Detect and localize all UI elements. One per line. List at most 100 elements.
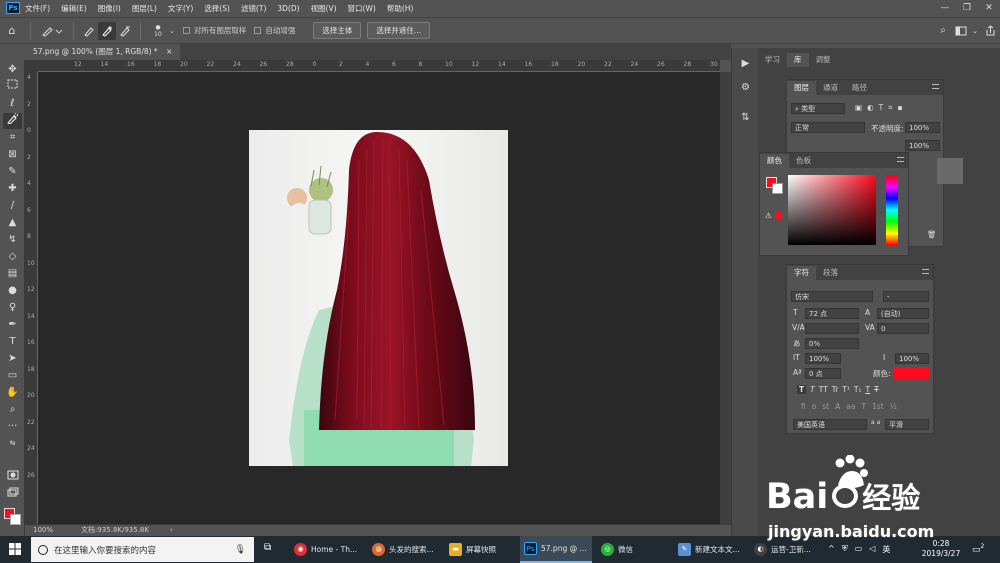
- leading-input[interactable]: (自动): [877, 308, 929, 319]
- blend-mode-select[interactable]: 正常: [791, 122, 865, 133]
- close-tab-icon[interactable]: ×: [166, 47, 172, 56]
- new-selection-brush-icon[interactable]: [80, 22, 98, 40]
- notification-icon[interactable]: ▭2: [972, 543, 984, 555]
- tool-preset-picker[interactable]: [37, 22, 67, 40]
- menu-window[interactable]: 窗口(W): [348, 3, 376, 14]
- menu-help[interactable]: 帮助(H): [387, 3, 414, 14]
- anti-alias-select[interactable]: 平滑: [885, 419, 929, 430]
- tracking-input[interactable]: 0: [877, 323, 929, 334]
- type-tool-icon[interactable]: T: [3, 334, 22, 350]
- small-caps-button[interactable]: Tr: [832, 385, 839, 394]
- home-icon[interactable]: ⌂: [0, 22, 24, 40]
- text-color-swatch[interactable]: [893, 367, 929, 379]
- taskbar-item-notepad[interactable]: ✎ 新建文本文...: [674, 536, 744, 563]
- brush-size-picker[interactable]: ● 10: [147, 22, 169, 40]
- layer-thumbnail-strip[interactable]: [937, 158, 963, 184]
- horizontal-ruler[interactable]: 12 14 16 18 20 22 24 26 28 0 2 4 6 8 10 12 14 16 18 20 22 24 2…: [38, 60, 720, 72]
- taskbar-item-wechat[interactable]: ◎ 微信: [597, 536, 667, 563]
- ime-indicator[interactable]: 英: [882, 544, 890, 555]
- font-family-select[interactable]: 仿宋: [791, 291, 873, 302]
- healing-brush-tool-icon[interactable]: ✚: [3, 181, 22, 197]
- delete-layer-icon[interactable]: 🗑: [927, 230, 937, 239]
- menu-3d[interactable]: 3D(D): [277, 4, 299, 13]
- swash-button[interactable]: A: [835, 402, 840, 412]
- faux-bold-button[interactable]: T: [797, 385, 807, 394]
- zoom-tool-icon[interactable]: ⌕: [3, 402, 22, 418]
- share-icon[interactable]: [980, 22, 1000, 40]
- document-tab[interactable]: 57.png @ 100% (图层 1, RGB/8) * ×: [25, 44, 181, 60]
- hue-slider[interactable]: [886, 175, 898, 245]
- strikethrough-button[interactable]: T: [874, 385, 879, 394]
- windows-start-icon[interactable]: [9, 543, 21, 557]
- taskbar-item-netease[interactable]: ◉ Home - Th...: [290, 536, 360, 563]
- kerning-input[interactable]: [805, 323, 859, 334]
- select-subject-button[interactable]: 选择主体: [313, 22, 362, 39]
- document-image[interactable]: [249, 130, 508, 466]
- auto-enhance-checkbox[interactable]: 自动增强: [254, 25, 295, 36]
- zoom-level[interactable]: 100%: [33, 525, 53, 536]
- search-icon[interactable]: ⌕: [934, 22, 952, 40]
- background-color-swatch[interactable]: [10, 514, 21, 525]
- close-button[interactable]: ✕: [978, 0, 1000, 16]
- menu-image[interactable]: 图像(I): [98, 3, 121, 14]
- tray-security-icon[interactable]: ⛨: [842, 544, 848, 555]
- language-select[interactable]: 美国英语: [793, 419, 867, 430]
- tab-adjustments[interactable]: 调整: [809, 53, 838, 67]
- tab-character[interactable]: 字符: [787, 266, 816, 280]
- clone-stamp-tool-icon[interactable]: ▲: [3, 215, 22, 231]
- color-field[interactable]: [788, 175, 876, 245]
- gradient-tool-icon[interactable]: ▤: [3, 266, 22, 282]
- taskbar-item-photoshop[interactable]: Ps 57.png @ ...: [520, 536, 592, 563]
- font-size-input[interactable]: 72 点: [805, 308, 859, 319]
- vertical-scrollbar[interactable]: [720, 72, 731, 524]
- subscript-button[interactable]: T₁: [854, 385, 862, 394]
- taskbar-search-box[interactable]: 在这里输入你要搜索的内容 🎙: [31, 537, 254, 562]
- brush-tool-icon[interactable]: ∕: [3, 198, 22, 214]
- path-selection-tool-icon[interactable]: ➤: [3, 351, 22, 367]
- font-style-select[interactable]: -: [883, 291, 929, 302]
- tray-volume-icon[interactable]: ◁: [869, 544, 875, 555]
- tab-swatches[interactable]: 色板: [789, 154, 818, 168]
- titling-button[interactable]: T: [861, 402, 866, 412]
- vertical-ruler[interactable]: 4 2 0 2 4 6 8 10 12 14 16 18 20 22 24 26: [25, 72, 38, 524]
- all-caps-button[interactable]: TT: [819, 385, 828, 394]
- taskbar-item-browser[interactable]: ◍ 头发的搜索...: [368, 536, 438, 563]
- panel-menu-icon[interactable]: [897, 157, 904, 162]
- quick-mask-icon[interactable]: [3, 470, 22, 486]
- crop-tool-icon[interactable]: ⌗: [3, 130, 22, 146]
- chevron-down-icon[interactable]: ⌄: [169, 27, 175, 35]
- panel-menu-icon[interactable]: [922, 269, 929, 274]
- marquee-tool-icon[interactable]: [3, 79, 22, 95]
- tab-learn[interactable]: 学习: [758, 53, 787, 67]
- tab-paragraph[interactable]: 段落: [816, 266, 845, 280]
- ligature-button[interactable]: fi: [801, 402, 806, 412]
- properties-icon[interactable]: ⚙: [737, 80, 754, 96]
- tray-chevron-up-icon[interactable]: ^: [828, 544, 835, 555]
- tab-layers[interactable]: 图层: [787, 81, 816, 95]
- faux-italic-button[interactable]: T: [810, 385, 815, 394]
- select-and-mask-button[interactable]: 选择并遮住...: [367, 22, 431, 39]
- menu-filter[interactable]: 滤镜(T): [241, 3, 266, 14]
- subtract-selection-brush-icon[interactable]: [116, 22, 134, 40]
- clock[interactable]: 0:28 2019/3/27: [920, 539, 962, 559]
- eraser-tool-icon[interactable]: ◇: [3, 249, 22, 265]
- menu-view[interactable]: 视图(V): [311, 3, 337, 14]
- fractions-button[interactable]: ½: [890, 402, 897, 412]
- underline-button[interactable]: T: [866, 385, 871, 394]
- menu-file[interactable]: 文件(F): [25, 3, 50, 14]
- screen-mode-icon[interactable]: [3, 487, 22, 503]
- stylistic-alternates-button[interactable]: aa: [846, 402, 855, 412]
- workspace-icon[interactable]: [952, 22, 970, 40]
- quick-selection-tool-icon[interactable]: [3, 113, 22, 129]
- hand-tool-icon[interactable]: ✋: [3, 385, 22, 401]
- tray-network-icon[interactable]: ▭: [855, 544, 863, 555]
- menu-type[interactable]: 文字(Y): [168, 3, 193, 14]
- ruler-origin[interactable]: [25, 60, 38, 72]
- move-tool-icon[interactable]: ✥: [3, 62, 22, 78]
- superscript-button[interactable]: T¹: [842, 385, 850, 394]
- tab-paths[interactable]: 路径: [845, 81, 874, 95]
- chevron-down-icon[interactable]: ⌄: [970, 22, 980, 40]
- proportional-spacing-input[interactable]: 0%: [805, 338, 859, 349]
- minimize-button[interactable]: —: [934, 0, 956, 16]
- color-bg-swatch[interactable]: [772, 183, 783, 194]
